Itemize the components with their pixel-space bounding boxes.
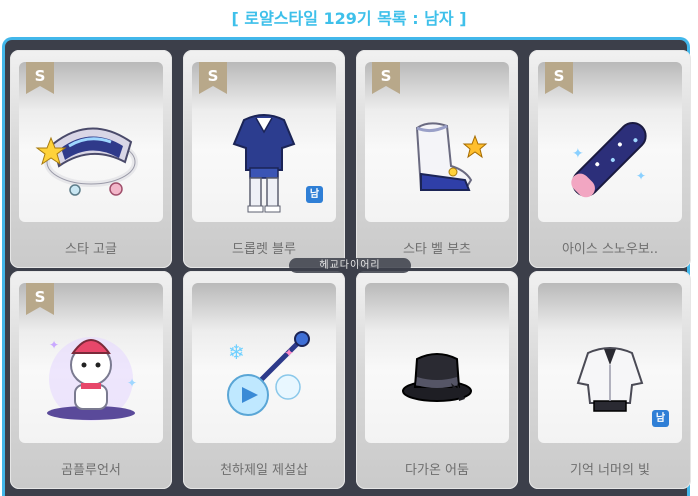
item-name: 천하제일 제설삽 — [220, 463, 308, 478]
svg-text:✦: ✦ — [636, 169, 646, 183]
item-card-droplet-blue[interactable]: S 남 드롭렛 블루 — [183, 50, 345, 268]
svg-text:S: S — [35, 288, 46, 306]
grade-s-badge-icon: S — [26, 62, 54, 94]
item-name: 스타 벨 부츠 — [402, 242, 472, 257]
svg-text:S: S — [35, 67, 46, 85]
svg-text:✦: ✦ — [127, 376, 137, 390]
svg-text:❄: ❄ — [228, 340, 245, 364]
item-name: 아이스 스노우보.. — [561, 242, 659, 257]
item-name: 다가온 어둠 — [405, 463, 469, 478]
item-name: 드롭렛 블루 — [232, 242, 296, 257]
item-name: 기억 너머의 빛 — [569, 463, 651, 478]
item-card-star-goggles[interactable]: S 스타 고글 — [10, 50, 172, 268]
item-card-bear-influencer[interactable]: ✦ ✦ S 곰플루언서 — [10, 271, 172, 489]
svg-text:S: S — [208, 67, 219, 85]
svg-text:✦: ✦ — [49, 338, 59, 352]
item-card-star-bell-boots[interactable]: S 스타 벨 부츠 — [356, 50, 518, 268]
item-card-dark-top-hat[interactable]: 다가온 어둠 — [356, 271, 518, 489]
male-gender-badge: 남 — [306, 186, 323, 203]
svg-text:S: S — [381, 67, 392, 85]
dark-top-hat-icon — [402, 353, 472, 402]
grade-s-badge-icon: S — [26, 283, 54, 315]
svg-text:✦: ✦ — [572, 146, 584, 162]
item-card-snow-shovel[interactable]: ❄ ✦ 천하제일 제설삽 — [183, 271, 345, 489]
snow-shovel-icon: ❄ ✦ — [227, 331, 310, 416]
svg-text:S: S — [554, 67, 565, 85]
grade-s-badge-icon: S — [372, 62, 400, 94]
page-title: [ 로얄스타일 129기 목록 : 남자 ] — [231, 9, 467, 28]
male-gender-badge: 남 — [652, 410, 669, 427]
grade-s-badge-icon: S — [545, 62, 573, 94]
item-card-ice-snowboard[interactable]: ✦ ✦ S 아이스 스노우보.. — [529, 50, 691, 268]
watermark: 헤교다이어리 — [289, 258, 411, 273]
grade-s-badge-icon: S — [199, 62, 227, 94]
item-name: 스타 고글 — [65, 242, 117, 257]
item-name: 곰플루언서 — [61, 463, 121, 478]
svg-text:✦: ✦ — [284, 346, 294, 360]
item-card-white-outfit[interactable]: 남 기억 너머의 빛 — [529, 271, 691, 489]
